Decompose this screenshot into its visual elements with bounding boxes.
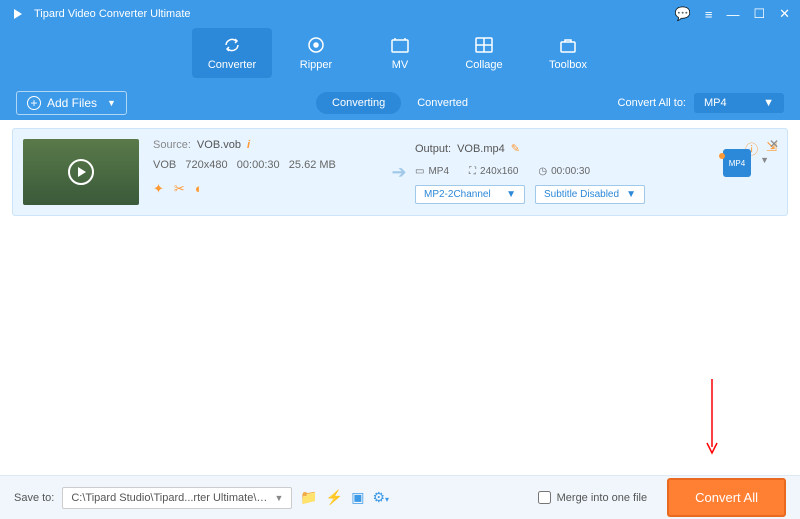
convert-all-button[interactable]: Convert All (667, 478, 786, 517)
format-badge[interactable]: MP4 (723, 149, 751, 177)
nav-ripper[interactable]: Ripper (276, 28, 356, 78)
edit-icon[interactable]: ✦ (153, 181, 164, 197)
out-duration: 00:00:30 (551, 166, 590, 177)
source-filename: VOB.vob (197, 139, 241, 151)
video-thumbnail[interactable] (23, 139, 139, 205)
out-container: MP4 (428, 166, 449, 177)
output-filename: VOB.mp4 (457, 143, 505, 155)
gpu-accel-icon[interactable]: ▣ (351, 489, 364, 506)
nav-toolbox[interactable]: Toolbox (528, 28, 608, 78)
nav-converter-label: Converter (208, 59, 256, 71)
save-path-select[interactable]: C:\Tipard Studio\Tipard...rter Ultimate\… (62, 487, 292, 509)
save-to-label: Save to: (14, 492, 54, 504)
src-duration: 00:00:30 (237, 159, 280, 171)
chevron-down-icon: ▼ (274, 493, 283, 503)
merge-checkbox[interactable]: Merge into one file (538, 491, 648, 504)
feedback-icon[interactable]: 💬 (675, 6, 691, 22)
info-icon[interactable]: i (247, 139, 250, 151)
cut-icon[interactable]: ✂ (174, 181, 185, 197)
menu-icon[interactable]: ≡ (705, 7, 713, 22)
tab-converting[interactable]: Converting (316, 92, 401, 114)
app-logo (10, 6, 26, 22)
minimize-icon[interactable]: — (726, 7, 739, 22)
rename-icon[interactable]: ✎ (511, 142, 520, 155)
src-container: VOB (153, 159, 176, 171)
nav-collage[interactable]: Collage (444, 28, 524, 78)
tab-converted[interactable]: Converted (401, 92, 484, 114)
audio-select[interactable]: MP2-2Channel▼ (415, 185, 525, 204)
output-label: Output: (415, 143, 451, 155)
out-resolution: 240x160 (480, 166, 518, 177)
annotation-arrow (704, 379, 720, 459)
convert-all-to-label: Convert All to: (618, 97, 686, 109)
chevron-down-icon: ▼ (506, 189, 516, 200)
open-folder-icon[interactable]: 📁 (300, 489, 317, 506)
collage-icon (475, 35, 493, 55)
toolbox-icon (559, 35, 577, 55)
source-label: Source: (153, 139, 191, 151)
chevron-down-icon: ▼ (626, 189, 636, 200)
add-files-label: Add Files (47, 96, 97, 110)
chevron-down-icon: ▼ (107, 98, 116, 108)
resize-icon: ⛶ (469, 166, 476, 177)
chevron-down-icon: ▼ (763, 97, 774, 109)
file-row: Source: VOB.vob i VOB 720x480 00:00:30 2… (12, 128, 788, 216)
nav-mv-label: MV (392, 59, 409, 71)
task-schedule-icon[interactable]: ⚡ (326, 489, 343, 506)
clock-icon: ◷ (538, 166, 547, 177)
nav-toolbox-label: Toolbox (549, 59, 587, 71)
nav-converter[interactable]: Converter (192, 28, 272, 78)
close-icon[interactable]: ✕ (779, 6, 790, 22)
video-icon: ▭ (415, 166, 424, 177)
format-chevron-icon[interactable]: ▼ (760, 155, 769, 165)
src-size: 25.62 MB (289, 159, 336, 171)
arrow-icon: ➔ (383, 139, 415, 205)
remove-file-icon[interactable]: ✕ (769, 137, 779, 151)
merge-checkbox-input[interactable] (538, 491, 551, 504)
converter-icon (222, 35, 242, 55)
subtitle-select[interactable]: Subtitle Disabled▼ (535, 185, 645, 204)
plus-icon: + (27, 96, 41, 110)
app-title: Tipard Video Converter Ultimate (34, 8, 675, 20)
maximize-icon[interactable]: ☐ (753, 6, 765, 22)
enhance-icon[interactable]: ◐ (195, 181, 203, 197)
add-files-button[interactable]: + Add Files ▼ (16, 91, 127, 115)
ripper-icon (307, 35, 325, 55)
nav-collage-label: Collage (465, 59, 502, 71)
mv-icon (391, 35, 409, 55)
nav-mv[interactable]: MV (360, 28, 440, 78)
play-icon (68, 159, 94, 185)
output-format-select[interactable]: MP4▼ (694, 93, 784, 113)
src-resolution: 720x480 (185, 159, 227, 171)
settings-icon[interactable]: ⚙▾ (372, 489, 389, 506)
nav-ripper-label: Ripper (300, 59, 332, 71)
